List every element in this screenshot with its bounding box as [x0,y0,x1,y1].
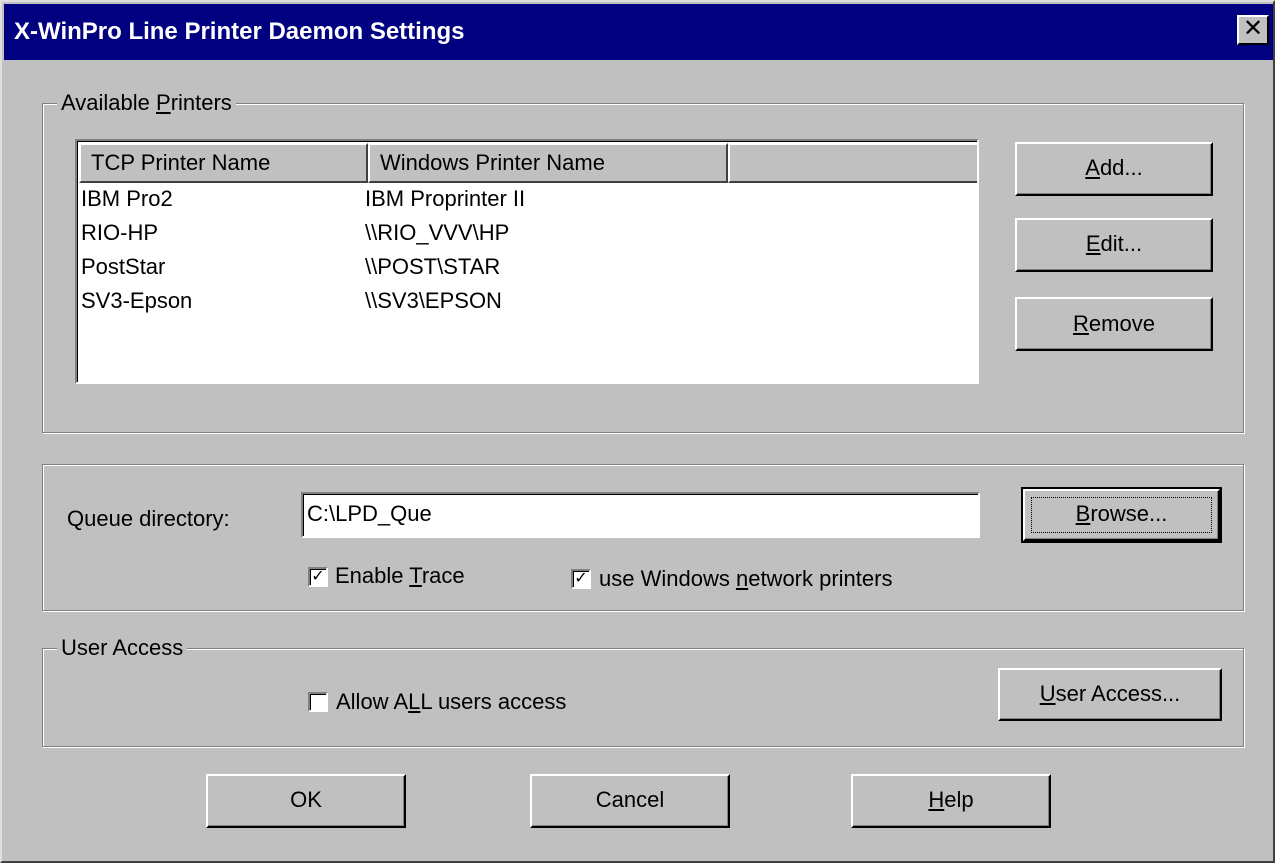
allow-all-checkbox-icon[interactable] [308,692,328,712]
user-access-button-label: User Access... [1039,681,1181,706]
help-button-label: Help [928,787,974,812]
window-title: X-WinPro Line Printer Daemon Settings [14,18,465,45]
add-button[interactable]: Add... [1015,142,1213,196]
column-header-label: TCP Printer Name [91,150,271,175]
column-header-tcp-printer-name[interactable]: TCP Printer Name [79,143,368,183]
printers-list[interactable]: TCP Printer Name Windows Printer Name IB… [75,139,979,384]
queue-directory-input[interactable]: C:\LPD_Que [301,492,980,538]
windows-printer-name: \\RIO_VVV\HP [365,220,510,245]
ok-button-label: OK [290,787,322,812]
user-access-button[interactable]: User Access... [998,668,1222,721]
focus-rect [1031,497,1212,533]
tcp-printer-name: SV3-Epson [81,288,193,313]
allow-all-users-label[interactable]: Allow ALL users access [336,689,566,715]
column-header-label: Windows Printer Name [380,150,605,175]
user-access-legend: User Access [57,635,188,661]
windows-printer-name: \\POST\STAR [365,254,501,279]
windows-printer-name: \\SV3\EPSON [365,288,502,313]
enable-trace-label[interactable]: Enable Trace [335,563,465,589]
edit-button[interactable]: Edit... [1015,218,1213,272]
column-header-empty[interactable] [728,143,977,183]
tcp-printer-name: IBM Pro2 [81,186,173,211]
lpd-settings-dialog: X-WinPro Line Printer Daemon Settings ✕ … [0,0,1275,863]
edit-button-label: Edit... [1085,231,1143,256]
queue-directory-label: Queue directory: [67,506,230,531]
enable-trace-checkmark-icon[interactable]: ✓ [308,567,328,587]
available-printers-legend: Available Printers [57,90,236,116]
cancel-button[interactable]: Cancel [530,774,730,828]
close-button[interactable]: ✕ [1237,15,1269,45]
title-bar[interactable]: X-WinPro Line Printer Daemon Settings ✕ [4,4,1273,60]
help-button[interactable]: Help [851,774,1051,828]
cancel-button-label: Cancel [595,787,665,812]
queue-directory-value: C:\LPD_Que [307,501,432,526]
network-printers-label[interactable]: use Windows network printers [599,566,892,592]
network-printers-checkmark-icon[interactable]: ✓ [571,569,591,589]
add-button-label: Add... [1085,155,1143,180]
remove-button-label: Remove [1073,311,1155,336]
remove-button[interactable]: Remove [1015,297,1213,351]
column-header-windows-printer-name[interactable]: Windows Printer Name [368,143,728,183]
close-icon: ✕ [1242,15,1264,42]
tcp-printer-name: RIO-HP [81,220,158,245]
ok-button[interactable]: OK [206,774,406,828]
windows-printer-name: IBM Proprinter II [365,186,526,211]
tcp-printer-name: PostStar [81,254,166,279]
browse-button[interactable]: Browse... [1021,487,1222,543]
